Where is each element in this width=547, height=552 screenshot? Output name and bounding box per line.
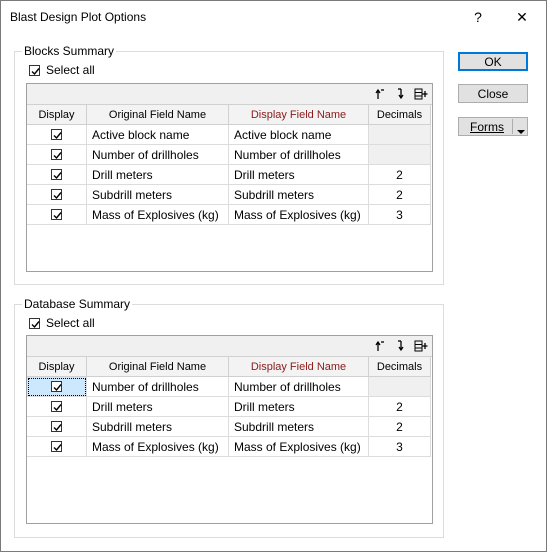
- close-icon: ✕: [516, 8, 528, 25]
- blocks-header-display[interactable]: Display: [27, 105, 87, 125]
- database-display-checkbox[interactable]: [51, 441, 62, 452]
- database-decimals-cell[interactable]: 2: [369, 397, 431, 417]
- ok-button[interactable]: OK: [458, 52, 528, 71]
- database-summary-grid[interactable]: Display Original Field Name Display Field …: [26, 335, 433, 524]
- blocks-display-field-cell[interactable]: Active block name: [229, 125, 369, 145]
- database-display-checkbox[interactable]: [51, 421, 62, 432]
- database-table-row[interactable]: Subdrill meters Subdrill meters 2: [27, 417, 432, 437]
- blocks-display-checkbox[interactable]: [51, 129, 62, 140]
- blocks-display-field-cell[interactable]: Drill meters: [229, 165, 369, 185]
- blocks-original-field-cell[interactable]: Active block name: [87, 125, 229, 145]
- blocks-display-checkbox[interactable]: [51, 169, 62, 180]
- blocks-table-row[interactable]: Mass of Explosives (kg) Mass of Explosive…: [27, 205, 432, 225]
- blocks-original-field-cell[interactable]: Number of drillholes: [87, 145, 229, 165]
- database-select-all-label: Select all: [46, 316, 95, 330]
- blocks-decimals-cell[interactable]: [369, 125, 431, 145]
- blocks-display-cell[interactable]: [27, 125, 87, 145]
- database-header-decimals[interactable]: Decimals: [369, 357, 431, 377]
- blocks-display-checkbox[interactable]: [51, 209, 62, 220]
- blocks-table-row[interactable]: Number of drillholes Number of drillholes: [27, 145, 432, 165]
- database-table-row[interactable]: Drill meters Drill meters 2: [27, 397, 432, 417]
- help-icon: ?: [474, 9, 482, 25]
- blocks-summary-grid[interactable]: Display Original Field Name Display Field …: [26, 83, 433, 272]
- database-move-up-icon[interactable]: [373, 338, 389, 354]
- blocks-original-field-cell[interactable]: Subdrill meters: [87, 185, 229, 205]
- database-display-checkbox[interactable]: [51, 401, 62, 412]
- blocks-display-field-cell[interactable]: Number of drillholes: [229, 145, 369, 165]
- database-decimals-cell[interactable]: 2: [369, 417, 431, 437]
- database-display-cell[interactable]: [27, 437, 87, 457]
- database-display-checkbox[interactable]: [51, 381, 62, 392]
- forms-button[interactable]: Forms: [458, 117, 528, 136]
- chevron-down-icon[interactable]: [517, 124, 525, 138]
- database-display-cell[interactable]: [27, 377, 87, 397]
- blocks-original-field-cell[interactable]: Mass of Explosives (kg): [87, 205, 229, 225]
- database-display-field-cell[interactable]: Mass of Explosives (kg): [229, 437, 369, 457]
- database-decimals-cell[interactable]: [369, 377, 431, 397]
- blocks-display-checkbox[interactable]: [51, 189, 62, 200]
- database-select-all-checkbox[interactable]: [29, 317, 40, 329]
- database-display-field-cell[interactable]: Subdrill meters: [229, 417, 369, 437]
- forms-split-divider: [512, 119, 513, 134]
- database-display-cell[interactable]: [27, 397, 87, 417]
- database-display-field-cell[interactable]: Drill meters: [229, 397, 369, 417]
- blocks-display-field-cell[interactable]: Mass of Explosives (kg): [229, 205, 369, 225]
- database-header-display[interactable]: Display: [27, 357, 87, 377]
- blocks-summary-label: Blocks Summary: [22, 44, 117, 58]
- database-decimals-cell[interactable]: 3: [369, 437, 431, 457]
- blocks-move-up-icon[interactable]: [373, 86, 389, 102]
- database-original-field-cell[interactable]: Number of drillholes: [87, 377, 229, 397]
- database-header-original-field-name[interactable]: Original Field Name: [87, 357, 229, 377]
- blocks-display-cell[interactable]: [27, 205, 87, 225]
- help-button[interactable]: ?: [459, 1, 497, 33]
- database-original-field-cell[interactable]: Mass of Explosives (kg): [87, 437, 229, 457]
- blocks-insert-row-icon[interactable]: [413, 86, 429, 102]
- blocks-grid-toolbar: [27, 84, 432, 105]
- blocks-header-display-field-name[interactable]: Display Field Name: [229, 105, 369, 125]
- blocks-decimals-cell[interactable]: 3: [369, 205, 431, 225]
- database-original-field-cell[interactable]: Drill meters: [87, 397, 229, 417]
- close-button[interactable]: Close: [458, 84, 528, 103]
- blocks-header-original-field-name[interactable]: Original Field Name: [87, 105, 229, 125]
- database-original-field-cell[interactable]: Subdrill meters: [87, 417, 229, 437]
- blocks-table-row[interactable]: Subdrill meters Subdrill meters 2: [27, 185, 432, 205]
- close-window-button[interactable]: ✕: [503, 1, 541, 33]
- blocks-move-down-icon[interactable]: [393, 86, 409, 102]
- window-title: Blast Design Plot Options: [10, 10, 147, 24]
- forms-button-label: Forms: [470, 119, 504, 134]
- blocks-header-decimals[interactable]: Decimals: [369, 105, 431, 125]
- blocks-table-row[interactable]: Drill meters Drill meters 2: [27, 165, 432, 185]
- database-grid-toolbar: [27, 336, 432, 357]
- blocks-select-all[interactable]: Select all: [29, 63, 95, 77]
- blocks-display-cell[interactable]: [27, 185, 87, 205]
- blocks-select-all-checkbox[interactable]: [29, 64, 40, 76]
- database-table-row[interactable]: Mass of Explosives (kg) Mass of Explosive…: [27, 437, 432, 457]
- database-insert-row-icon[interactable]: [413, 338, 429, 354]
- blocks-decimals-cell[interactable]: 2: [369, 185, 431, 205]
- blocks-original-field-cell[interactable]: Drill meters: [87, 165, 229, 185]
- database-display-cell[interactable]: [27, 417, 87, 437]
- database-header-display-field-name[interactable]: Display Field Name: [229, 357, 369, 377]
- blocks-select-all-label: Select all: [46, 63, 95, 77]
- database-select-all[interactable]: Select all: [29, 316, 95, 330]
- blocks-display-field-cell[interactable]: Subdrill meters: [229, 185, 369, 205]
- blocks-decimals-cell[interactable]: 2: [369, 165, 431, 185]
- blocks-display-checkbox[interactable]: [51, 149, 62, 160]
- blocks-display-cell[interactable]: [27, 165, 87, 185]
- database-display-field-cell[interactable]: Number of drillholes: [229, 377, 369, 397]
- blocks-decimals-cell[interactable]: [369, 145, 431, 165]
- database-table-row[interactable]: Number of drillholes Number of drillholes: [27, 377, 432, 397]
- blocks-display-cell[interactable]: [27, 145, 87, 165]
- title-bar: Blast Design Plot Options ? ✕: [1, 1, 546, 33]
- database-summary-label: Database Summary: [22, 297, 133, 311]
- blocks-table-row[interactable]: Active block name Active block name: [27, 125, 432, 145]
- database-move-down-icon[interactable]: [393, 338, 409, 354]
- dialog-window: Blast Design Plot Options ? ✕ Blocks Sum…: [0, 0, 547, 552]
